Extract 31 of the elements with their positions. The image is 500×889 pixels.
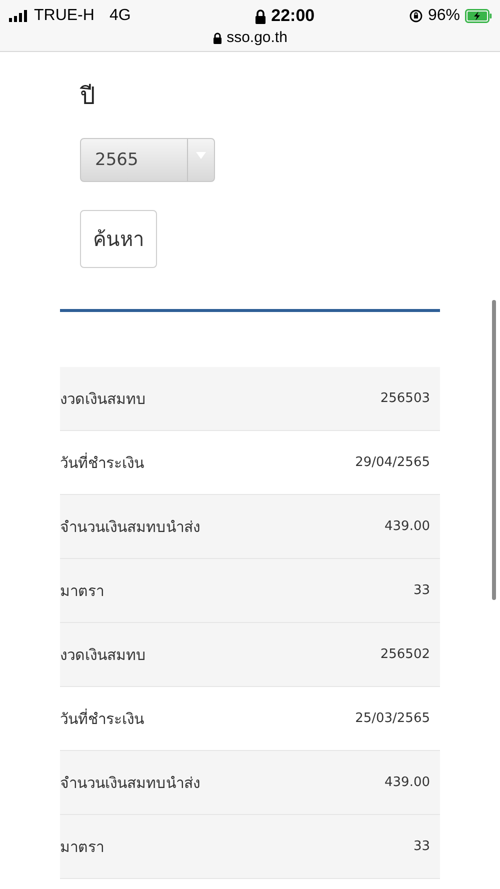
battery-percent: 96% xyxy=(428,7,460,25)
field-value: 439.00 xyxy=(384,519,431,534)
field-value: 29/04/2565 xyxy=(355,455,431,470)
caret-icon xyxy=(196,152,206,159)
year-label: ปี xyxy=(80,81,95,112)
field-label: งวดเงินสมทบ xyxy=(60,388,146,410)
lock-icon xyxy=(255,8,266,24)
field-label: จำนวนเงินสมทบนำส่ง xyxy=(60,772,200,794)
field-value: 256502 xyxy=(380,647,431,662)
field-label: งวดเงินสมทบ xyxy=(60,644,146,666)
field-label: จำนวนเงินสมทบนำส่ง xyxy=(60,516,200,538)
network-type: 4G xyxy=(109,7,131,25)
scrollbar[interactable] xyxy=(492,300,496,600)
clock-time: 22:00 xyxy=(271,6,315,26)
field-label: มาตรา xyxy=(60,580,104,602)
signal-icon xyxy=(9,10,29,22)
lock-icon xyxy=(212,32,222,44)
field-value: 33 xyxy=(413,583,431,598)
field-value: 256503 xyxy=(380,391,431,406)
field-label: วันที่ชำระเงิน xyxy=(60,708,144,730)
battery-icon xyxy=(464,9,492,23)
field-value: 25/03/2565 xyxy=(355,711,431,726)
site-address[interactable]: sso.go.th xyxy=(226,29,288,46)
field-label: วันที่ชำระเงิน xyxy=(60,452,144,474)
field-value: 33 xyxy=(413,839,431,854)
rotation-lock-icon xyxy=(408,9,423,23)
year-dropdown[interactable]: 2565 xyxy=(80,138,215,182)
field-label: มาตรา xyxy=(60,836,104,858)
search-button[interactable]: ค้นหา xyxy=(80,210,157,268)
carrier-name: TRUE-H xyxy=(34,7,94,25)
field-value: 439.00 xyxy=(384,775,431,790)
